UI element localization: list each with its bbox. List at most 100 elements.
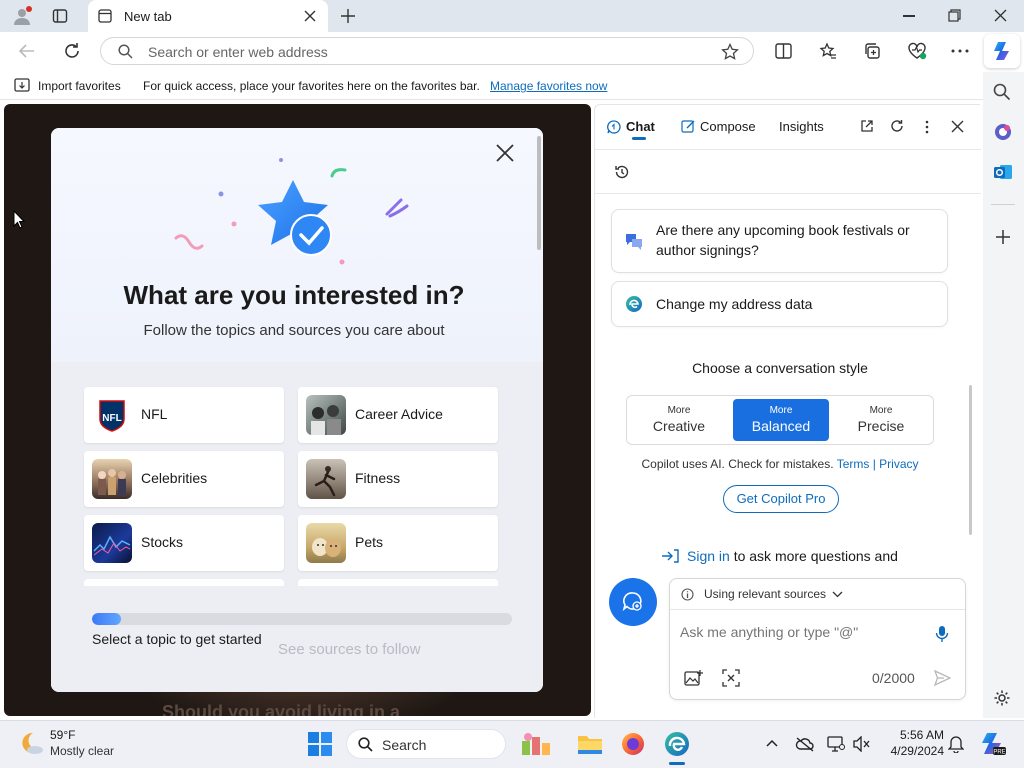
style-balanced[interactable]: More Balanced xyxy=(733,399,829,441)
send-icon[interactable] xyxy=(934,670,951,686)
outlook-icon[interactable] xyxy=(993,162,1013,182)
topic-card-nfl[interactable]: NFL NFL xyxy=(84,387,284,443)
topic-label: Career Advice xyxy=(355,406,443,422)
open-in-new-icon[interactable] xyxy=(860,119,874,133)
profile-icon[interactable] xyxy=(12,6,32,26)
tab-insights[interactable]: Insights xyxy=(779,119,824,134)
tab-actions-icon[interactable] xyxy=(52,8,68,24)
topic-card-stocks[interactable]: Stocks xyxy=(84,515,284,571)
import-icon xyxy=(14,78,30,92)
copilot-taskbar-icon[interactable]: PRE xyxy=(979,731,1007,757)
refresh-chat-icon[interactable] xyxy=(890,119,904,133)
terms-link[interactable]: Terms xyxy=(837,457,870,471)
sign-in-icon xyxy=(661,548,679,564)
edge-active-indicator xyxy=(669,762,685,765)
new-topic-button[interactable] xyxy=(609,578,657,626)
display-icon[interactable] xyxy=(827,736,845,752)
style-precise[interactable]: More Precise xyxy=(831,399,931,441)
refresh-icon[interactable] xyxy=(63,42,81,60)
minimize-button[interactable] xyxy=(903,15,915,17)
add-app-icon[interactable] xyxy=(995,229,1011,245)
close-dialog-button[interactable] xyxy=(496,144,514,162)
notifications-icon[interactable] xyxy=(948,735,964,753)
browser-essentials-icon[interactable] xyxy=(907,42,927,60)
topic-card-fitness[interactable]: Fitness xyxy=(298,451,498,507)
suggestion-change-address[interactable]: Change my address data xyxy=(611,281,948,327)
search-icon xyxy=(118,44,133,59)
volume-muted-icon[interactable] xyxy=(853,736,871,752)
new-topic-icon xyxy=(622,591,644,613)
tab-chat[interactable]: Chat xyxy=(626,119,655,134)
style-creative[interactable]: More Creative xyxy=(629,399,729,441)
celebrities-photo xyxy=(92,459,132,499)
dialog-title: What are you interested in? xyxy=(123,280,465,310)
topic-card-career-advice[interactable]: Career Advice xyxy=(298,387,498,443)
close-window-button[interactable] xyxy=(994,9,1007,22)
progress-fill xyxy=(92,613,122,625)
restore-button[interactable] xyxy=(948,9,961,22)
microphone-icon[interactable] xyxy=(935,625,949,643)
topic-card-celebrities[interactable]: Celebrities xyxy=(84,451,284,507)
suggestion-book-festivals[interactable]: Are there any upcoming book festivals or… xyxy=(611,209,948,273)
start-button[interactable] xyxy=(307,731,333,757)
tab-compose[interactable]: Compose xyxy=(700,119,756,134)
history-icon[interactable] xyxy=(614,164,630,180)
compose-tab-icon xyxy=(681,119,695,133)
weather-widget[interactable]: 59°F Mostly clear xyxy=(14,726,124,762)
manage-favorites-link[interactable]: Manage favorites now xyxy=(490,79,607,93)
back-icon[interactable] xyxy=(18,43,36,59)
taskbar-search[interactable]: Search xyxy=(346,729,506,759)
edge-taskbar-icon[interactable] xyxy=(663,730,691,758)
close-tab-icon[interactable] xyxy=(304,10,316,22)
favorites-icon[interactable] xyxy=(819,42,837,60)
copilot-pane: Chat Compose Insights Are there any upco… xyxy=(594,104,981,718)
pane-subheader-divider xyxy=(595,193,981,194)
tab-new-tab[interactable]: New tab xyxy=(88,0,328,32)
split-screen-icon[interactable] xyxy=(775,43,792,59)
privacy-link[interactable]: Privacy xyxy=(879,457,918,471)
import-favorites-button[interactable]: Import favorites xyxy=(38,79,121,93)
sign-in-link[interactable]: Sign in xyxy=(687,548,730,564)
style-label: Creative xyxy=(652,418,706,434)
chat-input[interactable] xyxy=(680,621,920,643)
show-hidden-icons[interactable] xyxy=(766,739,778,747)
sources-dropdown[interactable]: Using relevant sources xyxy=(704,587,826,601)
more-options-icon[interactable] xyxy=(951,49,969,53)
chat-bubbles-icon xyxy=(624,232,644,250)
search-icon xyxy=(358,737,373,752)
clock[interactable]: 5:56 AM 4/29/2024 xyxy=(882,727,944,761)
screenshot-icon[interactable] xyxy=(722,669,740,687)
settings-icon[interactable] xyxy=(993,689,1011,707)
address-bar[interactable]: Search or enter web address xyxy=(100,37,754,65)
svg-text:PRE: PRE xyxy=(993,750,1005,756)
copilot-button[interactable] xyxy=(984,34,1020,68)
chevron-down-icon[interactable] xyxy=(832,591,843,598)
style-small-label: More xyxy=(869,405,893,416)
dialog-scrollbar[interactable] xyxy=(537,136,541,250)
copilot-app-icon[interactable] xyxy=(993,122,1013,142)
chat-tab-underline xyxy=(632,137,646,140)
search-icon[interactable] xyxy=(993,83,1011,101)
collections-icon[interactable] xyxy=(863,42,881,60)
image-add-icon[interactable] xyxy=(684,669,704,687)
firefox-icon[interactable] xyxy=(619,730,647,758)
chat-input-box: Using relevant sources 0/2000 xyxy=(669,578,966,700)
see-sources-button[interactable]: See sources to follow xyxy=(278,641,421,658)
file-explorer-icon[interactable] xyxy=(576,730,604,758)
topic-card-pets[interactable]: Pets xyxy=(298,515,498,571)
new-tab-button[interactable] xyxy=(340,8,356,24)
background-headline: Should you avoid living in a xyxy=(162,702,401,716)
edge-logo-icon xyxy=(625,295,643,313)
get-copilot-pro-button[interactable]: Get Copilot Pro xyxy=(723,485,839,513)
onedrive-icon[interactable] xyxy=(795,736,815,752)
tab-title: New tab xyxy=(124,9,172,24)
topic-label: Celebrities xyxy=(141,470,208,486)
topic-label: Fitness xyxy=(355,470,401,486)
close-pane-icon[interactable] xyxy=(951,120,964,133)
pane-scrollbar[interactable] xyxy=(969,385,972,535)
pets-photo xyxy=(306,523,346,563)
star-badge-icon xyxy=(169,150,429,270)
favorite-star-icon[interactable] xyxy=(721,43,739,61)
pane-more-icon[interactable] xyxy=(925,120,929,134)
weather-moon-icon xyxy=(18,730,44,756)
